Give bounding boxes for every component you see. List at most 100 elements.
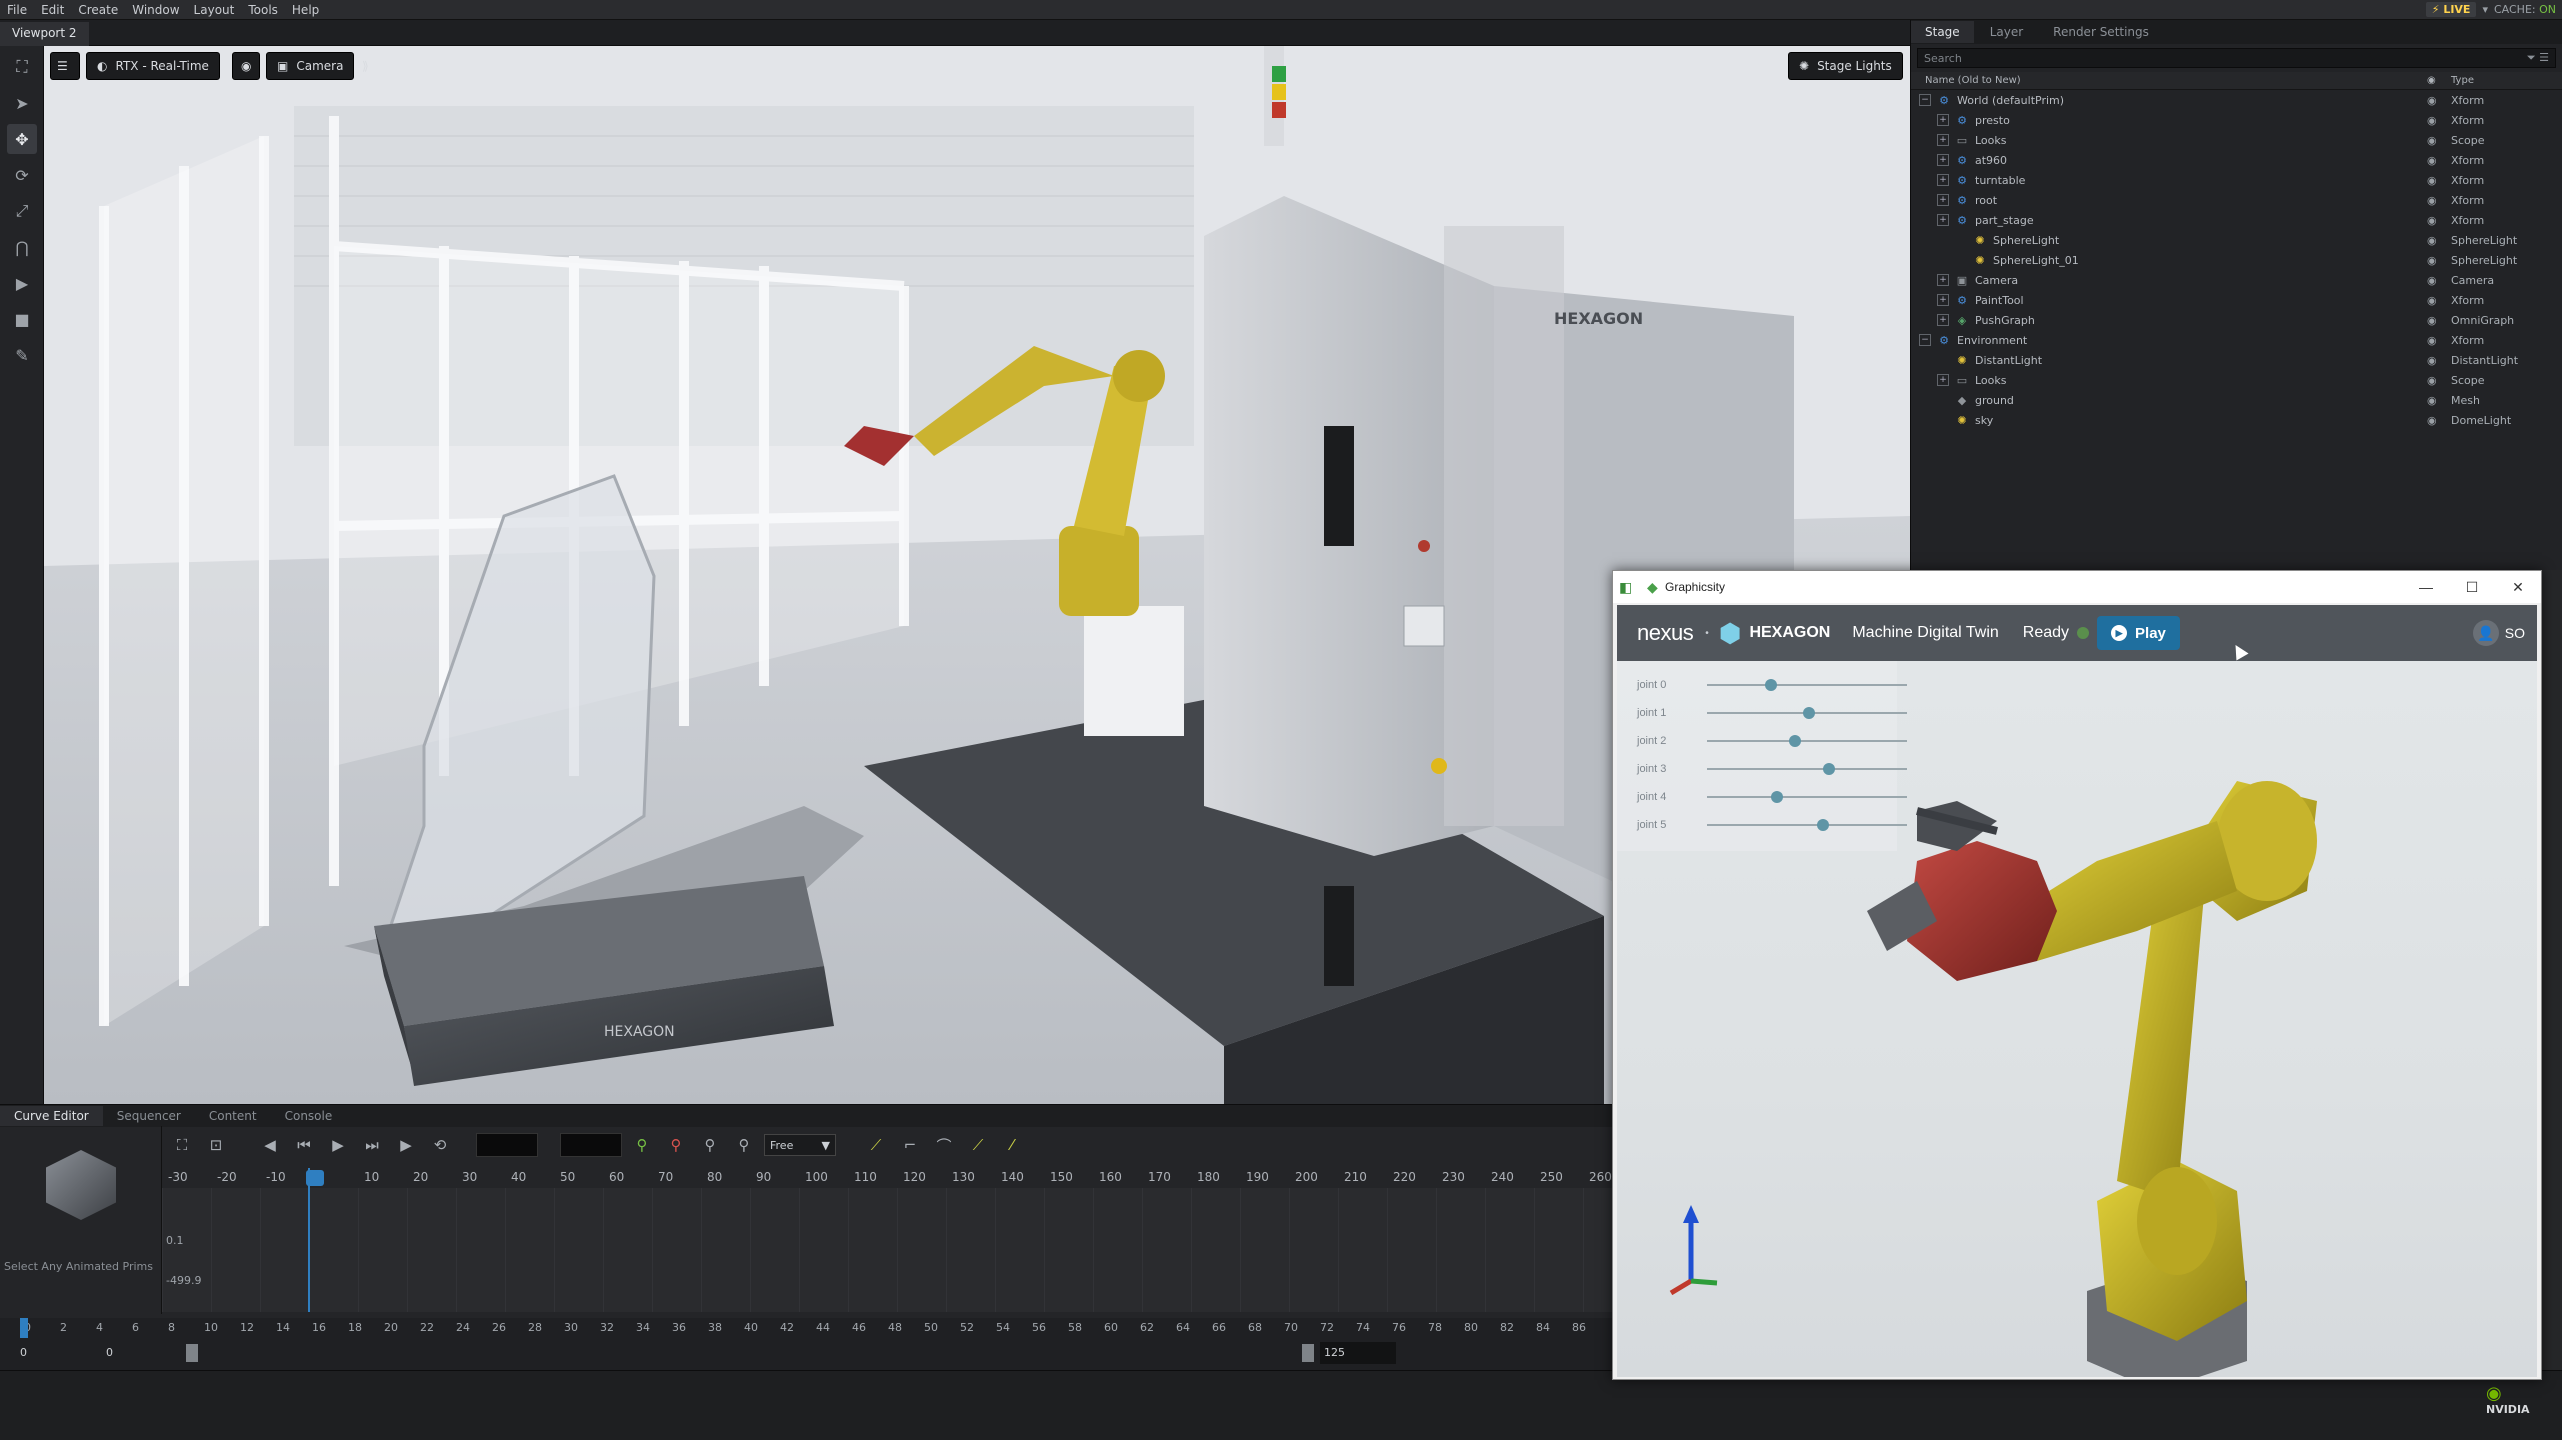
stage-tree-row[interactable]: + ⚙ at960 ◉ Xform <box>1911 150 2562 170</box>
graphicsity-viewport[interactable]: joint 0 joint 1 joint 2 joint 3 joint 4 joint… <box>1617 661 2537 1377</box>
expand-icon[interactable]: + <box>1937 374 1949 386</box>
timeline-ruler[interactable]: 0246810121416182022242628303234363840424… <box>0 1318 1612 1338</box>
stage-tree-row[interactable]: + ▭ Looks ◉ Scope <box>1911 130 2562 150</box>
stage-tree-row[interactable]: ✺ SphereLight_01 ◉ SphereLight <box>1911 250 2562 270</box>
expand-icon[interactable]: + <box>1937 114 1949 126</box>
stage-tree-row[interactable]: + ⚙ PaintTool ◉ Xform <box>1911 290 2562 310</box>
rotate-tool-icon[interactable]: ⟳ <box>7 160 37 190</box>
timeline-playhead[interactable] <box>20 1318 28 1338</box>
camera-button[interactable]: ▣ Camera <box>266 52 355 80</box>
stage-tree-row[interactable]: + ▭ Looks ◉ Scope <box>1911 370 2562 390</box>
prev-key-icon[interactable]: ◀ <box>256 1132 284 1158</box>
menu-help[interactable]: Help <box>285 3 326 17</box>
visibility-eye-icon[interactable]: ◉ <box>2427 234 2437 247</box>
flat-tangent-icon[interactable]: ⟋ <box>964 1132 992 1158</box>
joint-slider-thumb[interactable] <box>1817 819 1829 831</box>
collapse-icon[interactable]: − <box>1919 334 1931 346</box>
stage-tree-row[interactable]: + ⚙ presto ◉ Xform <box>1911 110 2562 130</box>
collapse-icon[interactable]: − <box>1919 94 1931 106</box>
loop-icon[interactable]: ⟲ <box>426 1132 454 1158</box>
stop-icon[interactable]: ■ <box>7 304 37 334</box>
renderer-button[interactable]: ◐ RTX - Real-Time <box>86 52 220 80</box>
visibility-eye-icon[interactable]: ◉ <box>2427 134 2437 147</box>
time-field[interactable] <box>476 1133 538 1157</box>
visibility-eye-icon[interactable]: ◉ <box>2427 194 2437 207</box>
interp-select[interactable]: Free ▼ <box>764 1134 836 1156</box>
range-handle-left[interactable] <box>186 1344 198 1362</box>
maximize-icon[interactable]: ☐ <box>2449 579 2495 596</box>
visibility-eye-icon[interactable]: ◉ <box>2427 174 2437 187</box>
tab-curve-editor[interactable]: Curve Editor <box>0 1106 103 1126</box>
range-start[interactable]: 0 <box>20 1346 27 1359</box>
break-tangent-icon[interactable]: ⁄ <box>998 1132 1026 1158</box>
expand-icon[interactable]: + <box>1937 134 1949 146</box>
tab-content[interactable]: Content <box>195 1106 271 1126</box>
visibility-eye-icon[interactable]: ◉ <box>2427 94 2437 107</box>
step-forward-icon[interactable]: ⏭ <box>358 1132 386 1158</box>
viewport-settings-button[interactable]: ☰ <box>50 52 80 80</box>
visibility-eye-icon[interactable]: ◉ <box>2427 254 2437 267</box>
step-back-icon[interactable]: ⏮ <box>290 1132 318 1158</box>
key-tool-2-icon[interactable]: ⚲ <box>730 1132 758 1158</box>
expand-icon[interactable]: + <box>1937 214 1949 226</box>
joint-slider-thumb[interactable] <box>1803 707 1815 719</box>
range-start-2[interactable]: 0 <box>106 1346 113 1359</box>
visibility-button[interactable]: ◉ <box>232 52 261 80</box>
scale-tool-icon[interactable]: ⤢ <box>7 196 37 226</box>
select-arrow-icon[interactable]: ➤ <box>7 88 37 118</box>
stage-tree-row[interactable]: + ◈ PushGraph ◉ OmniGraph <box>1911 310 2562 330</box>
menu-layout[interactable]: Layout <box>187 3 242 17</box>
expand-toolbar-button[interactable]: ⟫ <box>358 52 373 80</box>
select-mode-icon[interactable]: ⛶ <box>7 52 37 82</box>
visibility-eye-icon[interactable]: ◉ <box>2427 334 2437 347</box>
frame-selected-icon[interactable]: ⊡ <box>202 1132 230 1158</box>
visibility-eye-icon[interactable]: ◉ <box>2427 374 2437 387</box>
joint-slider-thumb[interactable] <box>1765 679 1777 691</box>
range-end-field[interactable]: 125 <box>1320 1342 1396 1364</box>
stage-tree-row[interactable]: ✺ sky ◉ DomeLight <box>1911 410 2562 430</box>
filter-icon[interactable]: ⏷ ☰ <box>2527 51 2549 65</box>
stage-tree-row[interactable]: − ⚙ World (defaultPrim) ◉ Xform <box>1911 90 2562 110</box>
stage-tree-row[interactable]: + ⚙ root ◉ Xform <box>1911 190 2562 210</box>
key-tool-icon[interactable]: ⚲ <box>696 1132 724 1158</box>
expand-icon[interactable]: + <box>1937 314 1949 326</box>
user-avatar-icon[interactable]: 👤 <box>2472 620 2499 646</box>
tab-render-settings[interactable]: Render Settings <box>2039 21 2163 43</box>
stage-tree-row[interactable]: ◆ ground ◉ Mesh <box>1911 390 2562 410</box>
paint-brush-icon[interactable]: ✎ <box>7 340 37 370</box>
visibility-eye-icon[interactable]: ◉ <box>2427 314 2437 327</box>
joint-slider-thumb[interactable] <box>1823 763 1835 775</box>
auto-tangent-icon[interactable]: ⌒ <box>930 1132 958 1158</box>
joint-slider-track[interactable] <box>1707 768 1907 770</box>
frame-all-icon[interactable]: ⛶ <box>168 1132 196 1158</box>
stage-search-input[interactable]: Search ⏷ ☰ <box>1917 48 2556 68</box>
next-key-icon[interactable]: ▶ <box>392 1132 420 1158</box>
type-column-header[interactable]: Type <box>2451 75 2474 86</box>
menu-window[interactable]: Window <box>125 3 186 17</box>
tab-console[interactable]: Console <box>271 1106 347 1126</box>
snap-icon[interactable]: ⋂ <box>7 232 37 262</box>
expand-icon[interactable]: + <box>1937 294 1949 306</box>
live-button[interactable]: ⚡ LIVE <box>2425 2 2477 17</box>
tab-stage[interactable]: Stage <box>1911 21 1974 43</box>
stage-tree-row[interactable]: + ⚙ turntable ◉ Xform <box>1911 170 2562 190</box>
stage-lights-button[interactable]: ✺ Stage Lights <box>1788 52 1903 80</box>
stage-tree-row[interactable]: ✺ SphereLight ◉ SphereLight <box>1911 230 2562 250</box>
move-tool-icon[interactable]: ✥ <box>7 124 37 154</box>
playhead-line[interactable] <box>308 1168 310 1312</box>
minimize-icon[interactable]: — <box>2403 579 2449 596</box>
stage-tree-row[interactable]: + ⚙ part_stage ◉ Xform <box>1911 210 2562 230</box>
menu-create[interactable]: Create <box>71 3 125 17</box>
remove-key-icon[interactable]: ⚲ <box>662 1132 690 1158</box>
tab-layer[interactable]: Layer <box>1976 21 2037 43</box>
expand-icon[interactable]: + <box>1937 174 1949 186</box>
linear-tangent-icon[interactable]: ⟋ <box>862 1132 890 1158</box>
expand-icon[interactable]: + <box>1937 154 1949 166</box>
menu-tools[interactable]: Tools <box>241 3 285 17</box>
joint-slider-track[interactable] <box>1707 824 1907 826</box>
visibility-eye-icon[interactable]: ◉ <box>2427 294 2437 307</box>
menu-edit[interactable]: Edit <box>34 3 71 17</box>
tab-sequencer[interactable]: Sequencer <box>103 1106 195 1126</box>
expand-icon[interactable]: + <box>1937 194 1949 206</box>
value-field[interactable] <box>560 1133 622 1157</box>
